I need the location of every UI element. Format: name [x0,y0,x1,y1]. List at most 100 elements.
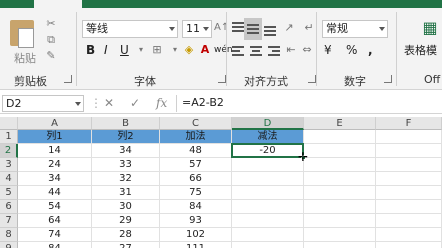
header-cell[interactable]: 加法 [160,130,232,144]
table-cell[interactable] [376,186,442,200]
font-size-select[interactable]: 11 [182,20,212,38]
table-cell[interactable]: 64 [18,214,92,228]
underline-button[interactable]: U [120,42,129,58]
comma-button[interactable]: , [368,42,373,58]
column-header-d[interactable]: D [232,117,304,130]
row-header-6[interactable]: 6 [0,200,18,214]
table-cell[interactable]: 57 [160,158,232,172]
phonetic-guide-button[interactable]: wén [214,42,233,58]
bold-button[interactable]: B [86,42,95,58]
bottom-align-icon[interactable] [264,26,276,38]
alignment-launcher-icon[interactable] [308,75,316,83]
table-cell[interactable] [232,200,304,214]
table-cell[interactable] [304,130,376,144]
table-cell[interactable]: 75 [160,186,232,200]
name-box[interactable]: D2 [2,95,84,112]
number-format-select[interactable]: 常规 [322,20,388,38]
table-cell[interactable]: 74 [18,228,92,242]
table-cell[interactable]: 44 [18,186,92,200]
middle-align-icon[interactable] [247,24,259,36]
table-cell[interactable] [376,242,442,248]
table-format-icon[interactable]: ▦ [420,20,440,44]
insert-function-button[interactable]: fx [156,96,167,110]
active-cell[interactable]: -20 [231,143,304,158]
table-cell[interactable]: 34 [18,172,92,186]
table-cell[interactable]: 14 [18,144,92,158]
row-header-8[interactable]: 8 [0,228,18,242]
font-launcher-icon[interactable] [218,75,226,83]
row-header-3[interactable]: 3 [0,158,18,172]
table-cell[interactable]: 29 [92,214,160,228]
table-cell[interactable] [232,214,304,228]
table-cell[interactable] [304,172,376,186]
table-cell[interactable]: 66 [160,172,232,186]
column-header-c[interactable]: C [160,117,232,130]
paste-button[interactable]: 粘贴 [6,16,38,65]
percent-button[interactable]: % [346,42,357,58]
table-cell[interactable] [232,158,304,172]
table-cell[interactable] [376,130,442,144]
table-cell[interactable] [376,158,442,172]
table-cell[interactable]: 54 [18,200,92,214]
table-cell[interactable] [376,214,442,228]
table-cell[interactable]: 84 [18,242,92,248]
table-cell[interactable]: 34 [92,144,160,158]
center-align-icon[interactable] [250,46,262,58]
table-cell[interactable]: 84 [160,200,232,214]
table-cell[interactable]: 111 [160,242,232,248]
row-header-7[interactable]: 7 [0,214,18,228]
cancel-icon[interactable]: ✕ [104,96,114,110]
currency-button[interactable]: ¥ [324,42,332,58]
column-header-a[interactable]: A [18,117,92,130]
table-cell[interactable]: 93 [160,214,232,228]
format-painter-icon[interactable]: ✎ [44,50,58,62]
header-cell[interactable]: 减法 [232,130,304,144]
table-cell[interactable] [376,228,442,242]
table-cell[interactable] [376,172,442,186]
copy-icon[interactable]: ⧉ [44,34,58,46]
table-cell[interactable] [304,200,376,214]
table-cell[interactable] [304,144,376,158]
font-color-icon[interactable]: A [198,44,212,56]
table-cell[interactable]: 33 [92,158,160,172]
table-cell[interactable]: 31 [92,186,160,200]
table-cell[interactable] [232,186,304,200]
borders-icon[interactable]: ⊞ [150,44,164,56]
table-cell[interactable]: 30 [92,200,160,214]
confirm-icon[interactable]: ✓ [130,96,140,110]
chevron-down-icon[interactable]: ▾ [168,44,182,56]
header-cell[interactable]: 列2 [92,130,160,144]
table-cell[interactable] [304,186,376,200]
chevron-down-icon[interactable]: ▾ [134,44,148,56]
orientation-icon[interactable]: ↗ [282,22,296,34]
select-all-corner[interactable] [0,117,18,130]
clipboard-launcher-icon[interactable] [64,75,72,83]
italic-button[interactable]: I [104,42,108,58]
table-cell[interactable]: 28 [92,228,160,242]
format-as-table-label[interactable]: 表格模 [404,42,437,58]
table-cell[interactable]: 24 [18,158,92,172]
decrease-indent-icon[interactable]: ⇤ [284,44,298,56]
column-header-b[interactable]: B [92,117,160,130]
table-cell[interactable] [232,242,304,248]
left-align-icon[interactable] [232,46,244,58]
cut-icon[interactable]: ✂ [44,18,58,30]
row-header-9[interactable]: 9 [0,242,18,248]
merge-center-icon[interactable]: ⇔ [300,44,314,56]
wrap-text-icon[interactable]: ↵ [302,22,316,34]
font-name-select[interactable]: 等线 [82,20,178,38]
right-align-icon[interactable] [268,46,280,58]
table-cell[interactable]: 48 [160,144,232,158]
column-header-f[interactable]: F [376,117,442,130]
top-align-icon[interactable] [232,22,244,34]
table-cell[interactable] [304,228,376,242]
header-cell[interactable]: 列1 [18,130,92,144]
table-cell[interactable]: 102 [160,228,232,242]
table-cell[interactable] [232,172,304,186]
formula-input[interactable]: =A2-B2 [182,96,224,109]
table-cell[interactable]: 32 [92,172,160,186]
fill-color-icon[interactable]: ◈ [182,44,196,56]
row-header-2[interactable]: 2 [0,144,18,158]
tab-home[interactable] [34,0,82,8]
column-header-e[interactable]: E [304,117,376,130]
